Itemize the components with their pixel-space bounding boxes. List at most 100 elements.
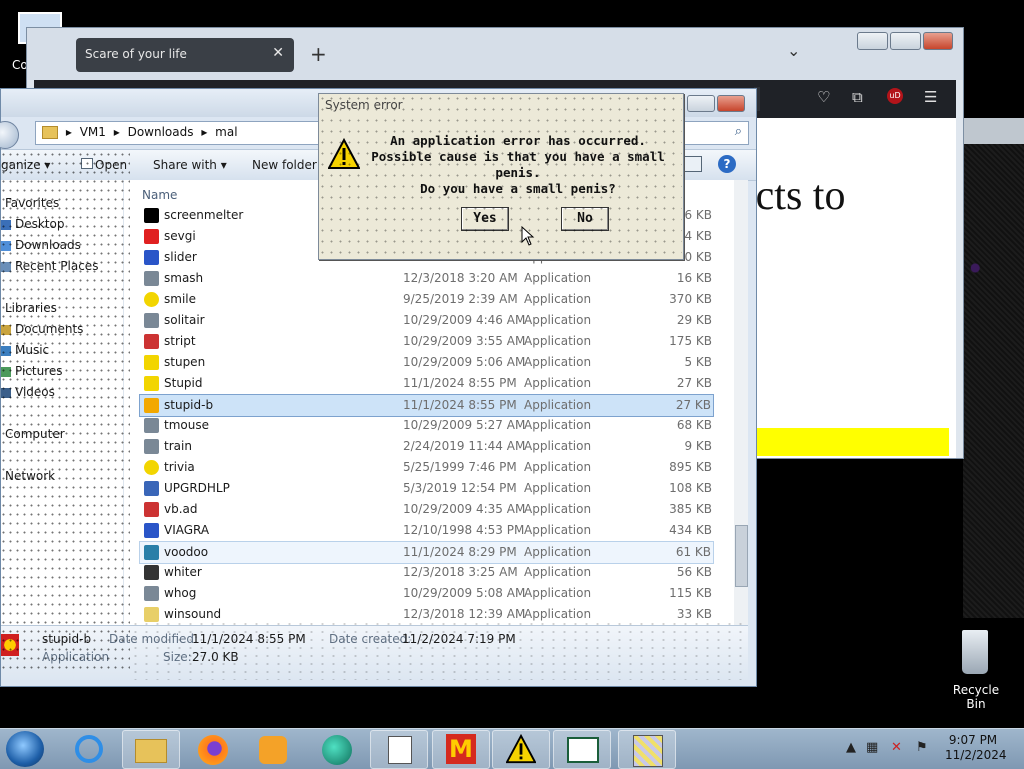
details-modified-value: 11/1/2024 8:55 PM: [192, 632, 306, 646]
new-folder-button[interactable]: New folder: [252, 158, 317, 172]
file-list-scrollbar[interactable]: [734, 180, 748, 625]
tab-list-chevron-icon[interactable]: ⌄: [787, 41, 800, 60]
file-date-modified: 9/25/2019 2:39 AM: [403, 292, 518, 306]
breadcrumb-vm1[interactable]: VM1: [80, 125, 106, 139]
network-icon[interactable]: ▦: [866, 740, 878, 755]
nav-network[interactable]: Network: [5, 469, 55, 483]
nav-computer[interactable]: Computer: [5, 427, 65, 441]
table-row[interactable]: winsound 12/3/2018 12:39 AM Application 33 …: [140, 604, 714, 625]
nav-libraries[interactable]: Libraries: [5, 301, 57, 315]
table-row[interactable]: whog 10/29/2009 5:08 AM Application 115 KB: [140, 583, 714, 604]
start-button[interactable]: [6, 731, 44, 767]
pocket-icon[interactable]: ♡: [817, 88, 830, 106]
browser-tab[interactable]: Scare of your life ✕: [76, 38, 294, 72]
file-type: Application: [524, 376, 592, 390]
browser-minimize-button[interactable]: [857, 32, 888, 50]
nav-desktop[interactable]: Desktop: [15, 217, 65, 231]
application-icon: [144, 250, 159, 265]
taskbar-ie[interactable]: [60, 730, 118, 769]
nav-videos[interactable]: Videos: [15, 385, 55, 399]
table-row[interactable]: trivia 5/25/1999 7:46 PM Application 895 KB: [140, 457, 714, 478]
explorer-close-button[interactable]: [717, 95, 745, 112]
taskbar-warning[interactable]: [492, 730, 550, 769]
breadcrumb-downloads[interactable]: Downloads: [128, 125, 194, 139]
tab-close-icon[interactable]: ✕: [272, 45, 284, 61]
table-row[interactable]: vb.ad 10/29/2009 4:35 AM Application 385 KB: [140, 499, 714, 520]
nav-documents[interactable]: Documents: [15, 322, 83, 336]
nav-downloads[interactable]: Downloads: [15, 238, 81, 252]
yes-button[interactable]: Yes: [461, 207, 509, 231]
action-center-flag-icon[interactable]: ⚑: [916, 740, 928, 755]
nav-favorites[interactable]: Favorites: [5, 196, 59, 210]
share-with-button[interactable]: Share with ▾: [153, 158, 227, 172]
details-file-name: stupid-b: [42, 632, 92, 646]
nav-recent-places[interactable]: Recent Places: [15, 259, 98, 273]
ublock-icon[interactable]: uD: [887, 88, 903, 104]
table-row[interactable]: solitair 10/29/2009 4:46 AM Application 29 …: [140, 310, 714, 331]
search-icon[interactable]: ⌕: [735, 124, 742, 139]
organize-button[interactable]: ganize ▾: [1, 158, 50, 172]
menu-hamburger-icon[interactable]: ☰: [924, 88, 937, 106]
browser-close-button[interactable]: [923, 32, 953, 50]
desktop-icon-recycle-bin[interactable]: Recycle Bin: [944, 628, 1008, 711]
system-error-dialog[interactable]: System error An application error has oc…: [318, 93, 684, 260]
help-icon[interactable]: ?: [718, 155, 736, 173]
change-view-icon[interactable]: [684, 156, 702, 172]
tray-chevron-icon[interactable]: ▲: [846, 740, 856, 755]
file-name: winsound: [164, 607, 222, 621]
new-tab-icon[interactable]: +: [310, 42, 327, 66]
breadcrumb: ▸ VM1 ▸ Downloads ▸ mal: [42, 125, 238, 139]
details-size-value: 27.0 KB: [192, 650, 239, 664]
dialog-message-line-2: Possible cause is that you have a small …: [371, 149, 665, 180]
table-row[interactable]: smash 12/3/2018 3:20 AM Application 16 KB: [140, 268, 714, 289]
taskbar-app-green[interactable]: [308, 730, 366, 769]
file-date-modified: 10/29/2009 3:55 AM: [403, 334, 526, 348]
table-row[interactable]: stupen 10/29/2009 5:06 AM Application 5 KB: [140, 352, 714, 373]
file-size: 4 KB: [684, 229, 712, 243]
table-row[interactable]: Stupid 11/1/2024 8:55 PM Application 27 KB: [140, 373, 714, 394]
browser-tab-title: Scare of your life: [85, 47, 187, 61]
file-size: 16 KB: [676, 271, 712, 285]
file-name: UPGRDHLP: [164, 481, 230, 495]
application-icon: [144, 208, 159, 223]
selected-file-icon: [1, 634, 19, 656]
navigation-pane: Favorites Desktop Downloads Recent Place…: [1, 180, 123, 625]
green-globe-icon: [322, 735, 352, 765]
taskbar-doc[interactable]: [370, 730, 428, 769]
table-row[interactable]: tmouse 10/29/2009 5:27 AM Application 68 KB: [140, 415, 714, 436]
file-size: 68 KB: [676, 418, 712, 432]
details-pane: stupid-b Application Date modified: 11/1…: [1, 625, 748, 682]
explorer-maximize-button[interactable]: [687, 95, 715, 112]
table-row[interactable]: stript 10/29/2009 3:55 AM Application 175 K…: [140, 331, 714, 352]
dialog-message: An application error has occurred. Possi…: [359, 133, 677, 197]
taskbar-firefox[interactable]: [184, 730, 242, 769]
application-icon: [144, 586, 159, 601]
volume-muted-icon[interactable]: ✕: [891, 740, 902, 755]
taskbar-window-app[interactable]: [553, 730, 611, 769]
file-size: 29 KB: [676, 313, 712, 327]
open-button[interactable]: Open: [81, 158, 127, 172]
system-clock[interactable]: 9:07 PM 11/2/2024: [945, 733, 1007, 763]
table-row[interactable]: voodoo 11/1/2024 8:29 PM Application 61 KB: [139, 541, 714, 564]
table-row[interactable]: VIAGRA 12/10/1998 4:53 PM Application 434 K…: [140, 520, 714, 541]
extensions-icon[interactable]: ⧉: [852, 88, 863, 106]
nav-pictures[interactable]: Pictures: [15, 364, 63, 378]
browser-maximize-button[interactable]: [890, 32, 921, 50]
taskbar-mcdonalds[interactable]: M: [432, 730, 490, 769]
table-row[interactable]: whiter 12/3/2018 3:25 AM Application 56 KB: [140, 562, 714, 583]
taskbar-explorer[interactable]: [122, 730, 180, 769]
nav-music[interactable]: Music: [15, 343, 49, 357]
file-name: whog: [164, 586, 197, 600]
back-button[interactable]: [0, 121, 19, 149]
table-row[interactable]: stupid-b 11/1/2024 8:55 PM Application 27 K…: [139, 394, 714, 417]
column-header-name[interactable]: Name: [142, 188, 177, 202]
table-row[interactable]: UPGRDHLP 5/3/2019 12:54 PM Application 108 …: [140, 478, 714, 499]
scrollbar-thumb[interactable]: [735, 525, 748, 587]
taskbar-jester[interactable]: [618, 730, 676, 769]
table-row[interactable]: train 2/24/2019 11:44 AM Application 9 KB: [140, 436, 714, 457]
breadcrumb-mal[interactable]: mal: [215, 125, 237, 139]
taskbar-media-player[interactable]: [244, 730, 302, 769]
file-date-modified: 5/25/1999 7:46 PM: [403, 460, 517, 474]
no-button[interactable]: No: [561, 207, 609, 231]
table-row[interactable]: smile 9/25/2019 2:39 AM Application 370 KB: [140, 289, 714, 310]
